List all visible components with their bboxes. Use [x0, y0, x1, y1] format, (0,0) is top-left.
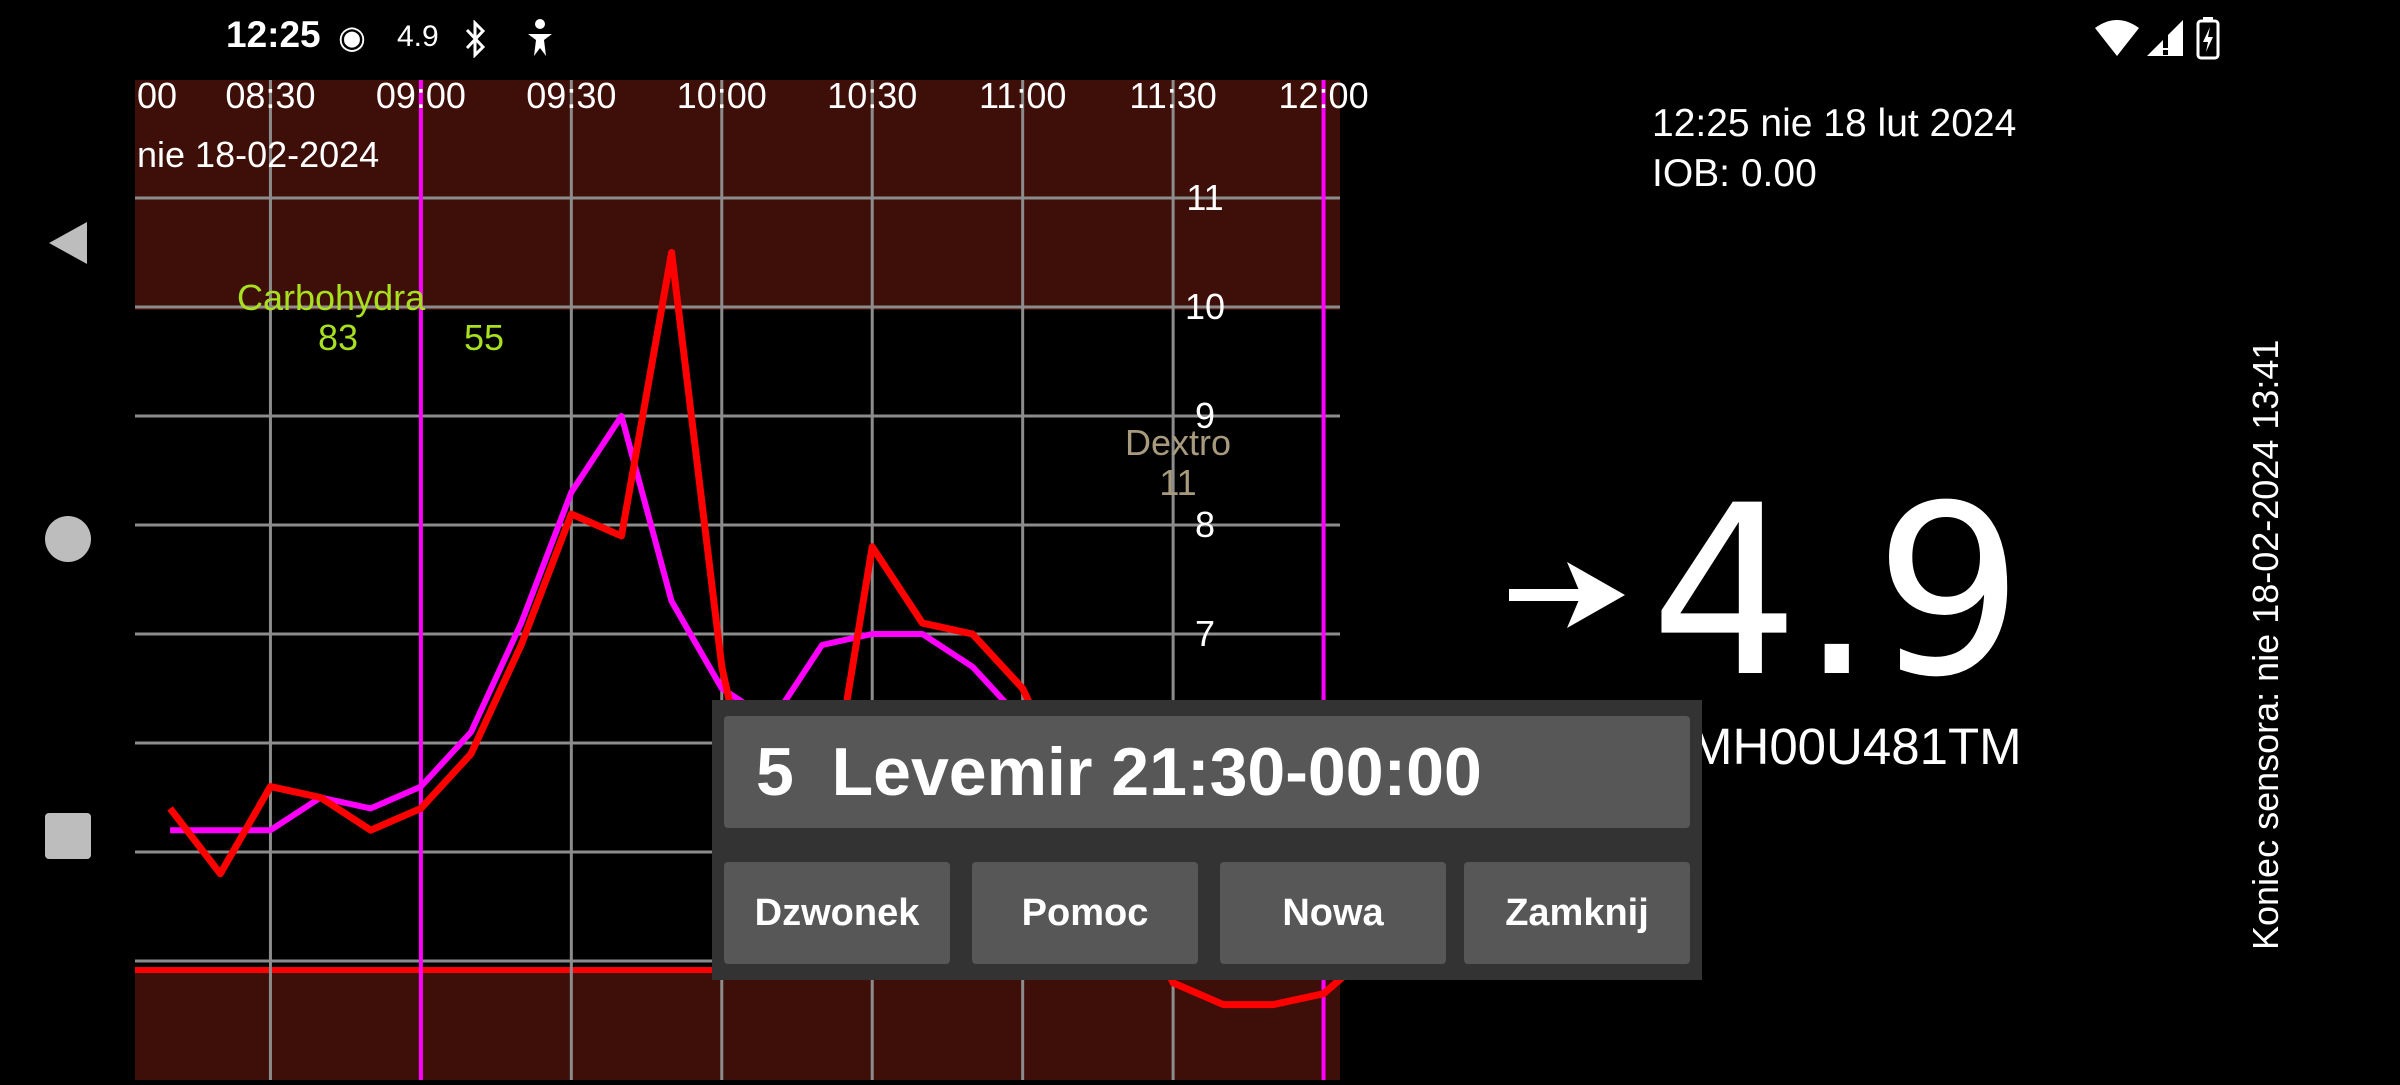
- x-tick-label: 00: [137, 75, 177, 116]
- home-icon[interactable]: [45, 516, 91, 562]
- carb-value: 55: [464, 317, 504, 358]
- new-button[interactable]: Nowa: [1220, 862, 1446, 964]
- recents-icon[interactable]: [45, 813, 91, 859]
- x-tick-label: 09:00: [376, 75, 466, 116]
- carb-label: Carbohydra: [237, 277, 426, 318]
- x-tick-label: 09:30: [526, 75, 616, 116]
- x-tick-label: 11:00: [979, 75, 1066, 116]
- navigation-bar: [0, 80, 135, 1080]
- x-tick-label: 08:30: [225, 75, 315, 116]
- x-tick-label: 10:00: [677, 75, 767, 116]
- bell-button[interactable]: Dzwonek: [724, 862, 950, 964]
- y-tick-label: 7: [1195, 613, 1215, 654]
- trend-arrow-icon: [1509, 562, 1625, 628]
- y-tick-label: 11: [1186, 177, 1223, 218]
- sensor-end-label: Koniec sensora: nie 18-02-2024 13:41: [2245, 339, 2286, 950]
- x-tick-label: 10:30: [827, 75, 917, 116]
- wifi-icon: [2095, 20, 2139, 56]
- info-datetime: 12:25 nie 18 lut 2024: [1652, 102, 2017, 145]
- cellular-signal-icon: [2147, 20, 2183, 56]
- low-range-band: [135, 970, 1340, 1080]
- y-tick-label: 10: [1185, 286, 1225, 327]
- sensor-serial: MH00U481TM: [1690, 718, 2022, 775]
- battery-charging-icon: [2196, 17, 2220, 60]
- chart-date-label: nie 18-02-2024: [137, 134, 379, 175]
- dialog-title: 5 Levemir 21:30-00:00: [724, 716, 1690, 828]
- back-icon[interactable]: [45, 220, 91, 266]
- info-iob: IOB: 0.00: [1652, 152, 1817, 195]
- x-tick-label: 12:00: [1279, 75, 1369, 116]
- close-button[interactable]: Zamknij: [1464, 862, 1690, 964]
- y-tick-label: 8: [1195, 504, 1215, 545]
- help-button[interactable]: Pomoc: [972, 862, 1198, 964]
- current-glucose-value: 4.9: [1650, 456, 2024, 729]
- dextro-value: 11: [1159, 462, 1196, 503]
- alarm-dialog: 5 Levemir 21:30-00:00 Dzwonek Pomoc Nowa…: [712, 700, 1702, 980]
- carb-value: 83: [318, 317, 358, 358]
- dextro-label: Dextro: [1125, 422, 1231, 463]
- x-tick-label: 11:30: [1129, 75, 1216, 116]
